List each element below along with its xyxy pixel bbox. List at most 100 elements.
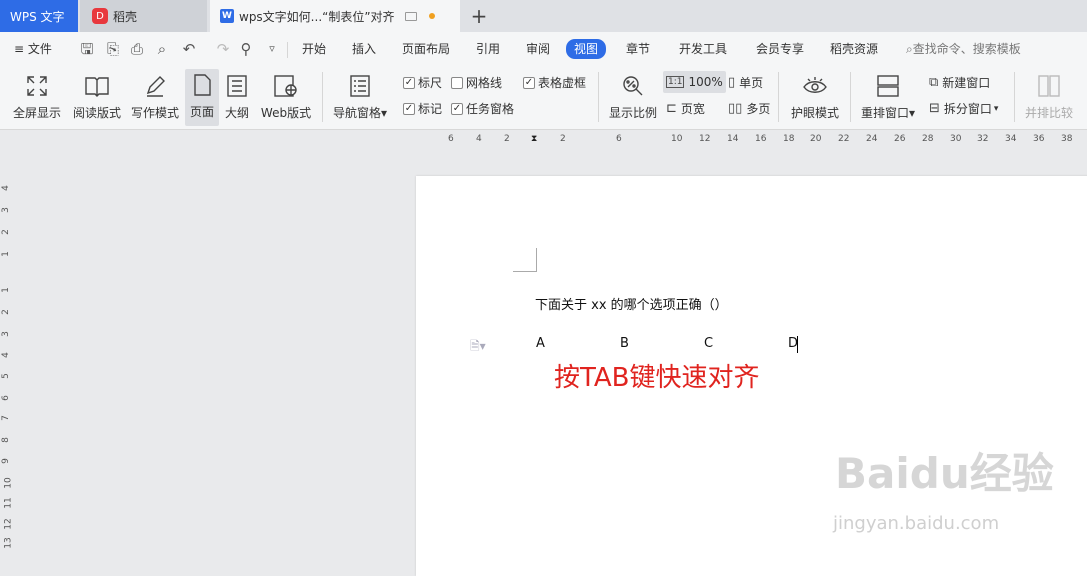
- menu-developer[interactable]: 开发工具: [679, 40, 727, 58]
- page-width-button[interactable]: ⊏ 页宽: [666, 100, 705, 117]
- outline-button[interactable]: 大纲: [222, 70, 252, 121]
- menu-insert[interactable]: 插入: [352, 40, 376, 58]
- ruler-tick-label: 3: [0, 331, 11, 337]
- ruler-tick-label: 14: [727, 134, 739, 144]
- ruler-tick-label: 1: [0, 287, 11, 293]
- tab-wps-writer[interactable]: WPS 文字: [0, 0, 78, 32]
- web-layout-button[interactable]: Web版式: [258, 70, 314, 121]
- file-menu-button[interactable]: ≡ 文件: [14, 40, 52, 58]
- zoom-100-button[interactable]: 1:1 100%: [663, 71, 726, 93]
- web-icon: [274, 70, 298, 102]
- horizontal-ruler[interactable]: 6 4 2 ⧗ 2 6 10 12 14 16 18 20 22 24 26 2…: [0, 131, 1087, 151]
- red-annotation: 按TAB键快速对齐: [554, 363, 760, 393]
- menu-section[interactable]: 章节: [626, 40, 650, 58]
- menu-reference[interactable]: 引用: [476, 40, 500, 58]
- save-icon[interactable]: 🖫: [78, 39, 96, 59]
- divider: [598, 72, 599, 122]
- new-window-button[interactable]: ⧉ 新建窗口: [929, 74, 990, 91]
- ruler-tick-label: 6: [616, 134, 622, 144]
- zoom-button[interactable]: 显示比例: [606, 70, 660, 121]
- ruler-tick-label: 2: [560, 134, 566, 144]
- divider: [778, 72, 779, 122]
- fullscreen-button[interactable]: 全屏显示: [12, 70, 62, 121]
- print-preview-icon[interactable]: ⌕: [153, 39, 171, 59]
- ruler-tick-label: 4: [0, 185, 11, 191]
- paragraph-handle-icon[interactable]: 🗎▾: [470, 337, 486, 358]
- writing-mode-button[interactable]: 写作模式: [130, 70, 180, 121]
- eye-care-button[interactable]: 护眼模式: [788, 70, 842, 121]
- side-by-side-button[interactable]: 并排比较: [1022, 70, 1076, 121]
- multi-page-button[interactable]: ▯▯ 多页: [728, 100, 770, 117]
- ruler-tick-label: 28: [922, 134, 934, 144]
- rearrange-window-label: 重排窗口▾: [860, 106, 916, 120]
- indent-marker-icon[interactable]: ⧗: [531, 134, 537, 144]
- print-icon[interactable]: ⎙: [128, 39, 146, 59]
- redo-icon[interactable]: ↷: [214, 39, 232, 59]
- ruler-tick-label: 9: [0, 458, 11, 464]
- ruler-tick-label: 1: [0, 251, 11, 257]
- export-pdf-icon[interactable]: ⎘: [104, 39, 122, 59]
- zoom-100-label: 100%: [688, 75, 723, 89]
- text-cursor: [797, 336, 798, 353]
- ruler-tick-label: 6: [448, 134, 454, 144]
- single-page-icon: ▯: [728, 75, 736, 90]
- mark-label: 标记: [418, 102, 443, 116]
- outline-icon: [227, 70, 247, 102]
- divider: [850, 72, 851, 122]
- ruler-tick-label: 24: [866, 134, 878, 144]
- vertical-ruler[interactable]: 4 3 2 1 1 2 3 4 5 6 7 8 9 10 11 12 13: [0, 151, 16, 558]
- tab-daoke-label: 稻壳: [113, 9, 138, 24]
- gridline-label: 网格线: [466, 76, 503, 90]
- task-pane-checkbox[interactable]: ✓ 任务窗格: [451, 100, 514, 117]
- ruler-tick-label: 34: [1005, 134, 1017, 144]
- tab-document[interactable]: Wwps文字如何...“制表位”对齐: [210, 0, 460, 32]
- table-border-label: 表格虚框: [538, 76, 587, 90]
- menu-member[interactable]: 会员专享: [756, 40, 804, 58]
- more-icon[interactable]: ▿: [263, 39, 281, 59]
- ruler-tick-label: 7: [0, 415, 11, 421]
- daoke-logo-icon: D: [92, 8, 108, 24]
- reading-mode-button[interactable]: 阅读版式: [70, 70, 124, 121]
- ruler-checkbox[interactable]: ✓ 标尺: [403, 74, 442, 91]
- ruler-tick-label: 3: [0, 207, 11, 213]
- tab-daoke[interactable]: D 稻壳: [80, 0, 207, 32]
- table-border-checkbox[interactable]: ✓ 表格虚框: [523, 74, 586, 91]
- monitor-icon[interactable]: [404, 11, 417, 21]
- unsaved-dot-icon: [428, 13, 435, 19]
- page-icon: [193, 69, 211, 101]
- split-window-button[interactable]: ⊟ 拆分窗口 ▾: [929, 100, 998, 117]
- nav-pane-button[interactable]: 导航窗格▾: [332, 70, 388, 121]
- new-tab-button[interactable]: +: [468, 3, 490, 29]
- page-view-button[interactable]: 页面: [185, 69, 219, 126]
- ruler-tick-label: 2: [0, 229, 11, 235]
- compare-icon: [1038, 70, 1060, 102]
- menu-bar: ≡ 文件 🖫 ⎘ ⎙ ⌕ ↶ ↷ ⚲ ▿ 开始 插入 页面布局 引用 审阅 视图…: [0, 32, 1087, 66]
- ruler-tick-label: 20: [810, 134, 822, 144]
- menu-daoke-resources[interactable]: 稻壳资源: [830, 40, 878, 58]
- outline-label: 大纲: [224, 106, 249, 120]
- menu-view[interactable]: 视图: [566, 39, 607, 59]
- divider: [287, 42, 288, 58]
- zoom-percent-icon: [622, 70, 644, 102]
- undo-icon[interactable]: ↶: [180, 39, 198, 59]
- nav-pane-icon: [350, 70, 370, 102]
- split-window-label: 拆分窗口: [943, 102, 992, 116]
- option-a: A: [536, 336, 545, 351]
- menu-review[interactable]: 审阅: [526, 40, 550, 58]
- ruler-tick-label: 32: [977, 134, 989, 144]
- reading-mode-label: 阅读版式: [72, 106, 121, 120]
- single-page-button[interactable]: ▯ 单页: [728, 74, 763, 91]
- new-window-label: 新建窗口: [942, 76, 991, 90]
- search-box[interactable]: ⌕查找命令、搜索模板: [906, 40, 1021, 58]
- ruler-tick-label: 12: [3, 518, 14, 530]
- ribbon-toolbar: 全屏显示 阅读版式 写作模式 页面 大纲 Web版式 导航窗格▾ ✓ 标尺 网格线…: [0, 66, 1087, 130]
- menu-page-layout[interactable]: 页面布局: [402, 40, 450, 58]
- menu-start[interactable]: 开始: [302, 40, 326, 58]
- mark-checkbox[interactable]: ✓ 标记: [403, 100, 442, 117]
- option-b: B: [620, 336, 629, 351]
- task-pane-label: 任务窗格: [466, 102, 515, 116]
- rearrange-window-button[interactable]: 重排窗口▾: [858, 70, 918, 121]
- ruler-label: 标尺: [418, 76, 443, 90]
- format-painter-icon[interactable]: ⚲: [237, 39, 255, 59]
- gridline-checkbox[interactable]: 网格线: [451, 74, 502, 91]
